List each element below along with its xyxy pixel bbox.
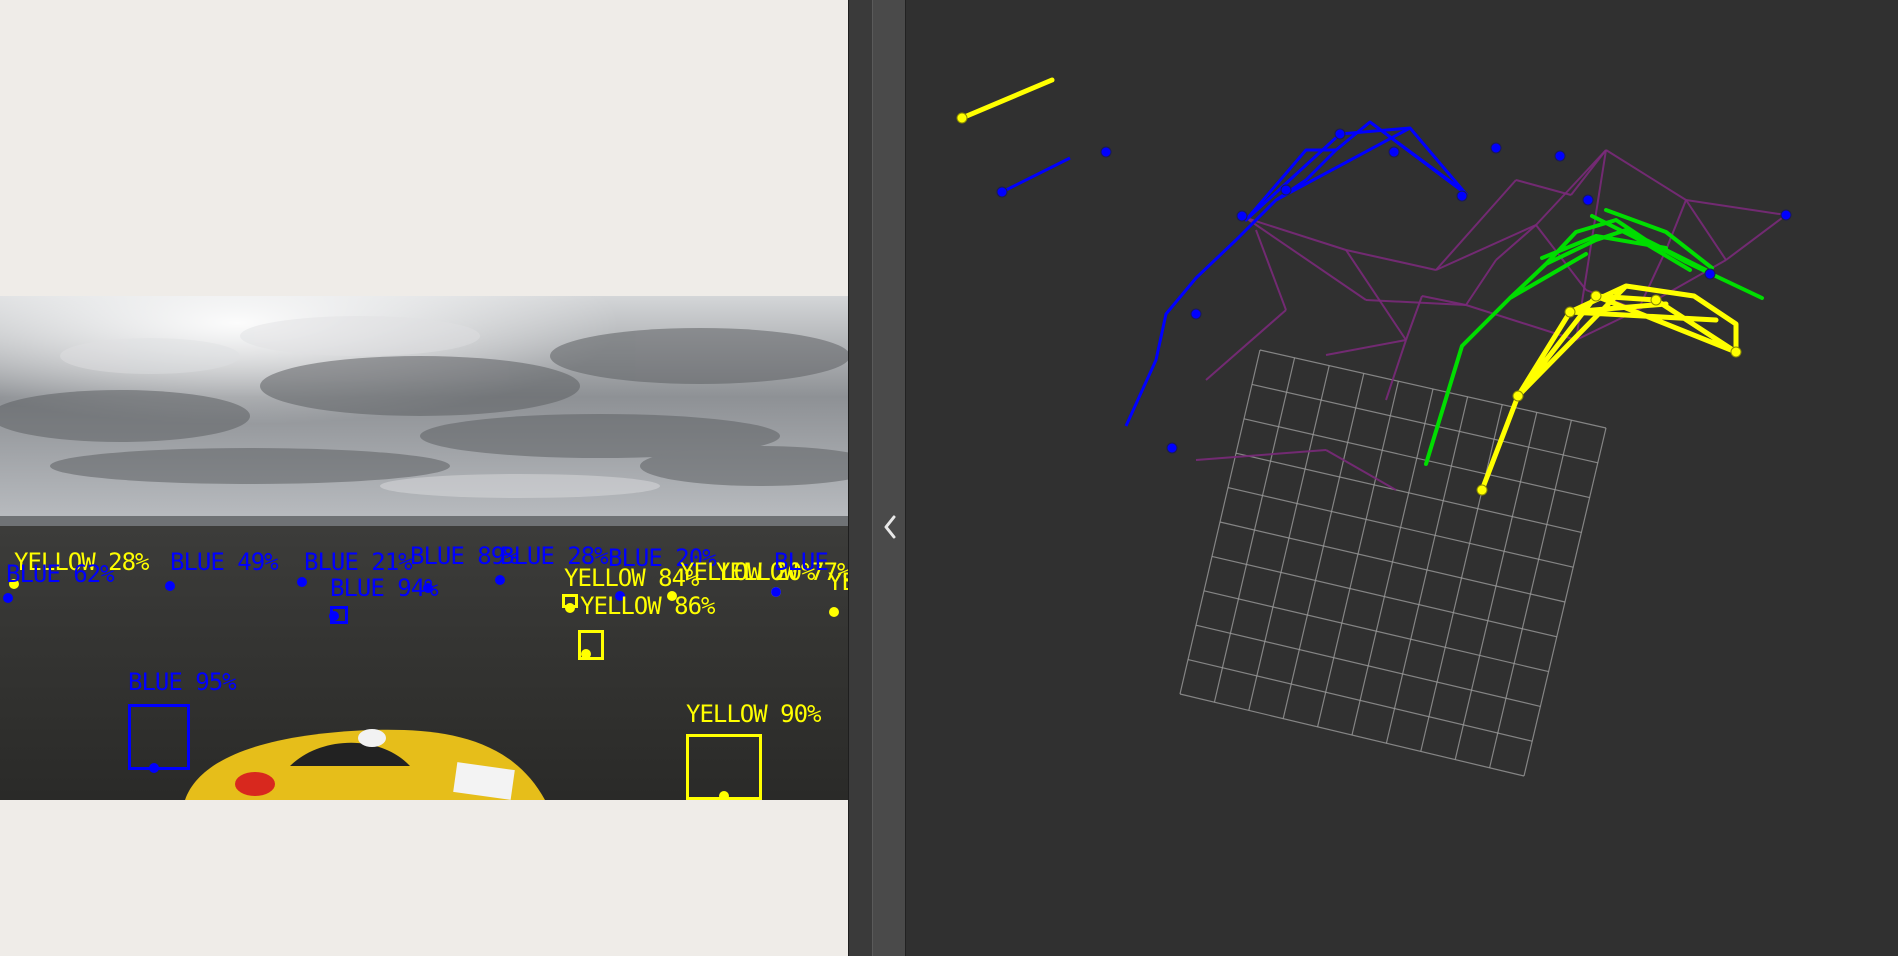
yellow-cone-marker [1730,346,1742,358]
grid-line [1385,396,1469,744]
grid-line [1187,659,1533,742]
mesh-edge [1325,339,1407,356]
detection-blue-94-4: BLUE 94% [330,574,439,602]
mesh-edge [1245,217,1367,301]
grid-line [1211,555,1557,638]
chevron-left-icon[interactable] [881,512,899,542]
mesh-edge [1725,214,1787,261]
cone-bbox [128,704,190,770]
detection-blue-95-14: BLUE 95% [128,668,237,696]
blue-cone-marker [1280,184,1292,196]
ground-grid [1179,349,1607,777]
detection-yellow-86-11: YELLOW 86% [580,592,715,620]
detection-blue-62-1: BLUE 62% [6,560,115,588]
cone-center-dot [3,593,13,603]
mesh-edge [1345,249,1407,341]
yellow-cone-marker [1650,294,1662,306]
grid-line [1454,412,1538,760]
cone-center-dot [423,583,433,593]
camera-image: YELLOW 28% BLUE 62% BLUE 49% BLUE 21% BLUE 9… [0,296,848,800]
grid-line [1203,590,1549,673]
blue-cone-marker [1236,210,1248,222]
panel-splitter[interactable] [872,0,906,956]
cone-center-dot [329,611,339,621]
blue-cone-marker [1388,146,1400,158]
mesh-edge [1515,179,1572,196]
blue-cone-marker [1334,128,1346,140]
mesh-edge [1665,199,1687,251]
mesh-edge [1605,149,1687,201]
blue-cone-marker [1166,442,1178,454]
camera-panel: YELLOW 28% BLUE 62% BLUE 49% BLUE 21% BLUE 9… [0,0,848,956]
yellow-cone-marker [1564,306,1576,318]
mesh-edge [1685,199,1787,216]
mesh-edge [1205,309,1287,381]
mesh-edge [1435,224,1537,271]
blue-cone-marker [1100,146,1112,158]
cone-center-dot [565,603,575,613]
scene-canvas[interactable] [906,0,1898,956]
cone-center-dot [719,791,729,800]
detection-blue-21-3: BLUE 21% [304,548,413,576]
blue-cone-marker [1780,209,1792,221]
yellow-cone-marker [956,112,968,124]
blue-cone-marker [1554,150,1566,162]
mesh-edge [1435,179,1517,271]
cone-center-dot [495,575,505,585]
detection-blue-12: BLUE [774,548,829,576]
blue-cone-marker [1190,308,1202,320]
grid-line [1523,427,1607,777]
cone-center-dot [297,577,307,587]
blue-cone-marker [1704,268,1716,280]
blue-cone-marker [1456,190,1468,202]
cone-center-dot [771,587,781,597]
yellow-boundary-line [959,77,1739,493]
mesh-edge [1465,259,1497,306]
grid-line [1179,693,1525,777]
grid-line [1195,624,1541,707]
yellow-cone-marker [1476,484,1488,496]
cone-center-dot [829,607,839,617]
cone-center-dot [165,581,175,591]
mesh-edge [1495,224,1537,261]
mesh-edge [1465,304,1577,341]
yellow-cone-marker [1512,390,1524,402]
mesh-edge [1325,449,1397,491]
grid-line [1420,404,1503,752]
detection-blue-49-2: BLUE 49% [170,548,279,576]
blue-cone-marker [1490,142,1502,154]
blue-cone-marker [1582,194,1594,206]
splitter-gutter [848,0,873,956]
grid-line [1489,420,1572,768]
detection-ye-13: YE [828,568,848,596]
cone-center-dot [581,649,591,659]
yellow-cone-marker [1590,290,1602,302]
detection-yellow-84-8: YELLOW 84% [564,564,699,592]
3d-viewer[interactable] [906,0,1898,956]
detection-yellow-90-15: YELLOW 90% [686,700,821,728]
mesh-edge [1345,249,1437,271]
blue-cone-marker [996,186,1008,198]
grid-line [1219,521,1566,603]
cone-center-dot [149,763,159,773]
detections-overlay: YELLOW 28% BLUE 62% BLUE 49% BLUE 21% BLUE 9… [0,296,848,800]
yellow-boundary [959,77,1739,493]
